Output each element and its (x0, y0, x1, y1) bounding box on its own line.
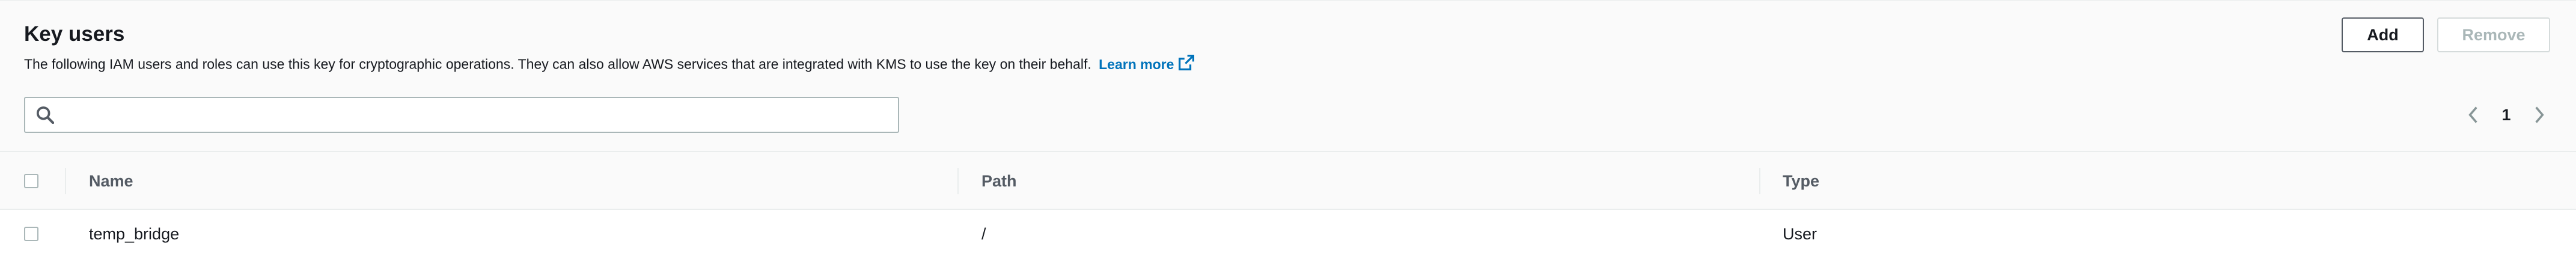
external-link-icon (1179, 55, 1195, 74)
search-field[interactable] (24, 97, 899, 133)
column-header-path[interactable]: Path (981, 152, 1017, 210)
search-icon (36, 105, 56, 125)
add-button[interactable]: Add (2342, 17, 2424, 52)
search-input[interactable] (63, 99, 898, 131)
section-title: Key users (24, 22, 125, 46)
description-text: The following IAM users and roles can us… (24, 56, 1091, 72)
learn-more-link[interactable]: Learn more (1099, 55, 1195, 74)
pagination: 1 (2461, 102, 2551, 128)
remove-button[interactable]: Remove (2437, 17, 2550, 52)
column-header-name[interactable]: Name (89, 152, 133, 210)
key-users-table: Name Path Type temp_bridge / User (0, 151, 2576, 258)
cell-path: / (981, 224, 986, 243)
section-description: The following IAM users and roles can us… (24, 55, 1195, 74)
table-row[interactable]: temp_bridge / User (0, 210, 2576, 258)
cell-type: User (1783, 224, 1818, 243)
column-divider (957, 168, 959, 194)
row-checkbox[interactable] (24, 227, 38, 241)
column-divider (1759, 168, 1760, 194)
learn-more-label: Learn more (1099, 56, 1174, 72)
chevron-left-icon[interactable] (2461, 102, 2485, 128)
chevron-right-icon[interactable] (2527, 102, 2551, 128)
column-header-type[interactable]: Type (1783, 152, 1819, 210)
cell-name: temp_bridge (89, 224, 180, 243)
column-divider (65, 168, 66, 194)
select-all-checkbox[interactable] (24, 174, 38, 188)
page-number[interactable]: 1 (2485, 106, 2527, 124)
table-header: Name Path Type (0, 151, 2576, 210)
key-users-panel: Key users The following IAM users and ro… (0, 0, 2576, 258)
